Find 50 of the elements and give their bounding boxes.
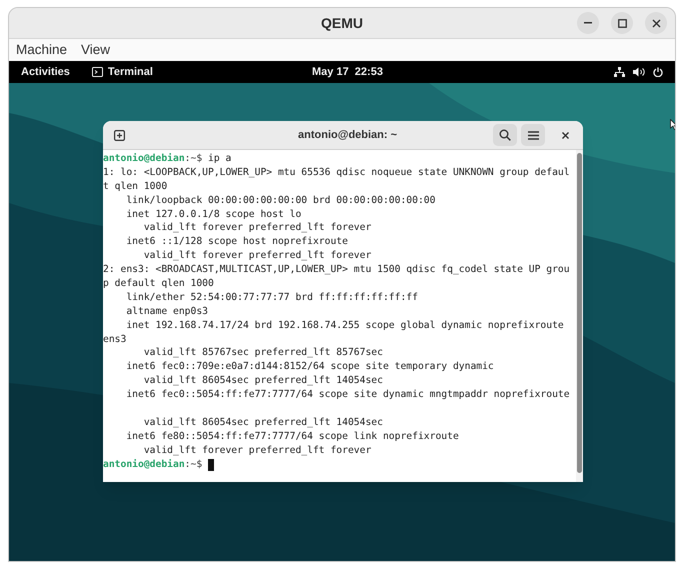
menu-button[interactable] [521,124,545,146]
prompt-user: antonio@debian [103,458,185,472]
output-line: 2: ens3: <BROADCAST,MULTICAST,UP,LOWER_UP> mtu 1500 qdisc fq_codel state UP grou [103,264,570,276]
close-icon [562,132,568,138]
prompt-path: :~$ [184,458,202,472]
window-title: QEMU [321,14,363,33]
menu-item[interactable]: Machine [16,40,68,60]
maximize-icon [618,18,626,28]
search-icon [499,129,511,141]
close-icon [652,18,660,28]
minimize-button[interactable] [577,12,599,34]
prompt-user: antonio@debian [103,152,185,166]
output-line: inet 192.168.74.17/24 brd 192.168.74.255 scope global dynamic noprefixroute [125,320,564,331]
scrollbar[interactable] [576,150,583,482]
output-line: p default qlen 1000 [103,278,214,290]
output-line: ens3 [103,334,126,345]
output-line: link/loopback 00:00:00:00:00:00 brd 00:00:00:00:00:00 [125,194,436,206]
output-line: valid_lft 85767sec preferred_lft 85767sec [142,347,383,358]
close-button[interactable] [645,12,667,34]
new-tab-icon [114,130,124,140]
network-icon[interactable] [614,67,625,77]
output-line: valid_lft 86054sec preferred_lft 14054sec [142,416,383,428]
prompt-path: :~$ [184,152,202,166]
output-line: inet6 fec0::5054:ff:fe77:7777/64 scope site dynamic mngtmpaddr noprefixroute [125,389,570,400]
app-menu[interactable]: Terminal [108,64,153,80]
minimize-icon [584,22,592,24]
output-line: inet6 fe80::5054:ff:fe77:7777/64 scope link noprefixroute [125,430,459,442]
command-text: ip a [206,152,232,166]
output-line: valid_lft forever preferred_lft forever [142,444,372,456]
output-line: 1: lo: <LOOPBACK,UP,LOWER_UP> mtu 65536 qdisc noqueue state UNKNOWN group defaul [103,166,570,178]
activities-button[interactable]: Activities [21,64,70,80]
menu-item[interactable]: View [81,40,110,60]
output-line: inet 127.0.0.1/8 scope host lo [125,208,302,220]
output-line: valid_lft 86054sec preferred_lft 14054sec [142,375,383,386]
terminal-icon [92,67,103,77]
maximize-button[interactable] [611,12,633,34]
terminal-title: antonio@debian: ~ [298,128,398,143]
output-line: valid_lft forever preferred_lft forever [142,222,372,234]
output-line: altname enp0s3 [125,306,208,317]
clock[interactable]: May 17 22:53 [312,64,383,80]
output-line: valid_lft forever preferred_lft forever [142,250,372,262]
menu-icon [528,130,538,140]
output-line: link/ether 52:54:00:77:77:77 brd ff:ff:ff:ff:ff:ff [125,292,418,303]
output-line: inet6 ::1/128 scope host noprefixroute [125,236,348,248]
search-button[interactable] [493,124,517,146]
output-line: inet6 fec0::709e:e0a7:d144:8152/64 scope site temporary dynamic [125,361,494,372]
mouse-pointer-icon [670,119,675,130]
volume-icon[interactable] [633,67,645,77]
output-line: t qlen 1000 [103,180,168,192]
power-icon[interactable] [653,67,663,77]
